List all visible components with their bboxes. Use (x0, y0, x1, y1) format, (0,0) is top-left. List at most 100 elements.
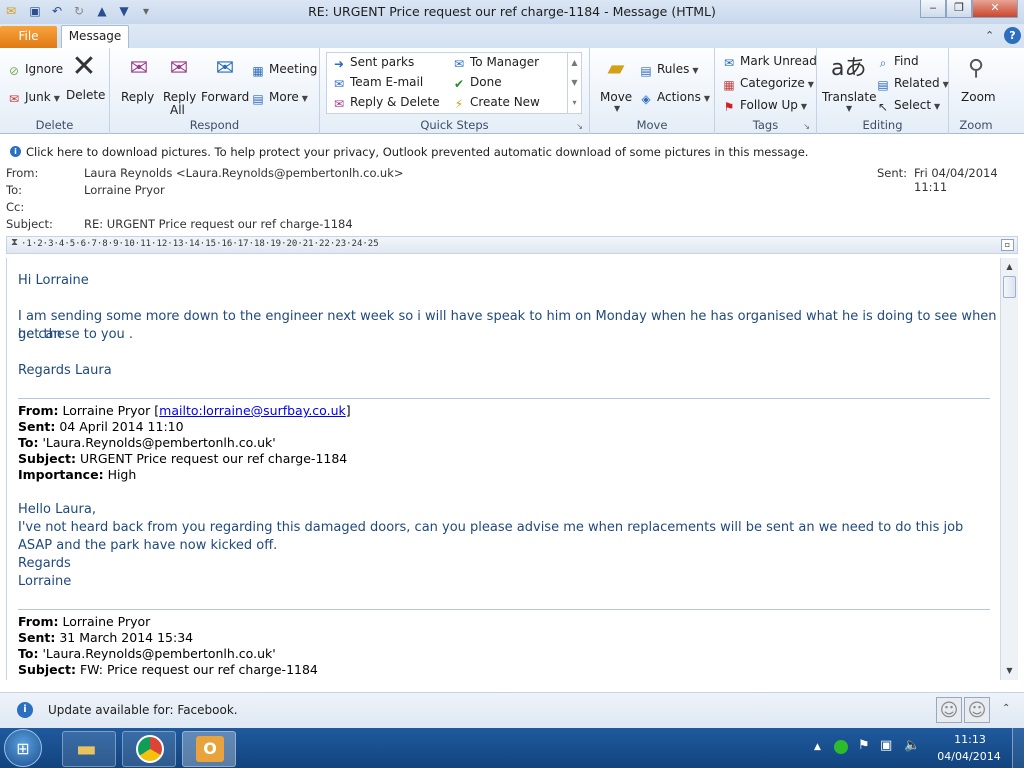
reply-icon: ✉ (129, 56, 149, 81)
move-button[interactable]: ▰ Move ▼ (598, 52, 634, 113)
message-body[interactable]: Hi Lorraine I am sending some more down … (6, 258, 1000, 680)
magnifier-icon: ⚲ (967, 56, 985, 81)
title-bar: ✉ ▣ ↶ ↻ ▲ ▼ ▾ RE: URGENT Price request o… (0, 0, 1024, 24)
quickstep-done[interactable]: ✔ Done (451, 75, 502, 91)
person-icon[interactable]: ☺ (964, 697, 990, 723)
ruler-ticks: ·1·2·3·4·5·6·7·8·9·10·11·12·13·14·15·16·… (21, 239, 379, 249)
scroll-thumb[interactable] (1003, 276, 1016, 298)
forward-button[interactable]: ✉ Forward (200, 52, 250, 108)
actions-icon: ◈ (641, 92, 651, 106)
maximize-button[interactable]: ❐ (946, 0, 972, 18)
meeting-icon: ▦ (252, 64, 264, 78)
start-button[interactable]: ⊞ (4, 729, 42, 767)
quote2-to: To: 'Laura.Reynolds@pembertonlh.co.uk' (18, 646, 276, 661)
junk-button[interactable]: ✉ Junk ▼ (6, 90, 60, 106)
follow-up-button[interactable]: ⚑ Follow Up ▼ (721, 98, 807, 114)
reply-all-button[interactable]: ✉ Reply All (160, 52, 200, 118)
forward-icon: ✉ (215, 56, 235, 81)
to-value[interactable]: Lorraine Pryor (84, 183, 165, 197)
rules-button[interactable]: ▤ Rules ▼ (638, 62, 698, 78)
chevron-down-icon: ▼ (934, 102, 941, 111)
quickstep-create-new[interactable]: ⚡ Create New (451, 95, 540, 111)
person-icon[interactable]: ☺ (936, 697, 962, 723)
quote-divider (18, 398, 990, 399)
taskbar-explorer[interactable]: ▬ (62, 731, 116, 767)
ruler[interactable]: ⧗ ·1·2·3·4·5·6·7·8·9·10·11·12·13·14·15·1… (6, 236, 1018, 254)
sent-label: Sent: (877, 166, 908, 180)
clock-date[interactable]: 04/04/2014 (934, 750, 1004, 763)
mailto-link[interactable]: mailto:lorraine@surfbay.co.uk (159, 403, 346, 418)
quickstep-to-manager[interactable]: ✉ To Manager (451, 55, 539, 71)
find-button[interactable]: ⌕ Find (875, 54, 919, 70)
chevron-down-icon: ▼ (800, 102, 808, 111)
actions-button[interactable]: ◈ Actions ▼ (638, 90, 710, 106)
quickstep-team-email[interactable]: ✉ Team E-mail (331, 75, 423, 91)
scroll-up-icon[interactable]: ▲ (1003, 260, 1016, 274)
cursor-icon: ↖ (877, 100, 889, 114)
lightning-icon: ⚡ (454, 97, 464, 111)
zoom-button[interactable]: ⚲ Zoom (957, 52, 996, 108)
ribbon: ⊘ Ignore ✉ Junk ▼ ✕ Delete Delete ✉ Reply ✉… (0, 48, 1024, 134)
translate-icon: aあ (831, 56, 867, 81)
quickstep-sent-parks[interactable]: ➜ Sent parks (331, 55, 414, 71)
quote1-from: From: Lorraine Pryor [mailto:lorraine@su… (18, 403, 351, 418)
more-respond-button[interactable]: ▤ More ▼ (250, 90, 308, 106)
mark-unread-button[interactable]: ✉ Mark Unread (721, 54, 817, 70)
indent-marker-icon[interactable]: ⧗ (11, 237, 18, 248)
tab-file[interactable]: File (0, 26, 57, 48)
select-button[interactable]: ↖ Select ▼ (875, 98, 940, 114)
chevron-down-icon: ▼ (846, 104, 853, 113)
people-pane-bar: i Update available for: Facebook. ☺ ☺ ⌃ (0, 692, 1024, 728)
taskbar-chrome[interactable] (122, 731, 176, 767)
chrome-icon (136, 735, 164, 763)
quote1-sent: Sent: 04 April 2014 11:10 (18, 419, 184, 434)
body-signoff: Regards Laura (18, 363, 112, 378)
body-greeting: Hi Lorraine (18, 273, 89, 288)
envelope-icon: ✉ (723, 56, 735, 70)
quickstep-reply-delete[interactable]: ✉ Reply & Delete (331, 95, 440, 111)
volume-icon[interactable]: 🔈 (904, 738, 920, 753)
update-available-text[interactable]: Update available for: Facebook. (48, 703, 238, 717)
scroll-down-icon[interactable]: ▼ (1003, 664, 1016, 678)
ignore-button[interactable]: ⊘ Ignore (6, 62, 63, 78)
info-icon: i (10, 146, 21, 157)
reply-delete-icon: ✉ (333, 97, 345, 111)
minimize-ribbon-icon[interactable]: ⌃ (985, 29, 994, 42)
quick-steps-scroll[interactable]: ▲ ▼ ▾ (567, 53, 581, 113)
action-center-flag-icon[interactable]: ⚑ (858, 738, 870, 753)
reply-button[interactable]: ✉ Reply (118, 52, 158, 108)
quote1-line1: I've not heard back from you regarding t… (18, 520, 964, 535)
chevron-down-icon: ▼ (942, 80, 949, 89)
view-ruler-icon[interactable]: ▫ (1001, 239, 1014, 251)
delete-button[interactable]: ✕ Delete (66, 50, 105, 106)
group-label-quick-steps: Quick Steps (420, 118, 489, 132)
translate-button[interactable]: aあ Translate ▼ (821, 52, 877, 113)
taskbar-outlook[interactable]: O (182, 731, 236, 767)
group-label-move: Move (636, 118, 668, 132)
close-button[interactable]: ✕ (972, 0, 1018, 18)
show-desktop-button[interactable] (1012, 728, 1024, 768)
expand-people-pane-icon[interactable]: ⌃ (1002, 703, 1010, 714)
network-icon[interactable]: ▣ (880, 738, 892, 753)
show-hidden-icons[interactable]: ▲ (814, 742, 821, 752)
related-button[interactable]: ▤ Related ▼ (875, 76, 949, 92)
body-para1-line1: I am sending some more down to the engin… (18, 309, 997, 342)
folder-icon: ▬ (76, 737, 97, 762)
ribbon-tabs: File Message ⌃ ? (0, 24, 1024, 48)
tab-message[interactable]: Message (61, 25, 129, 48)
windows-taskbar: ⊞ ▬ O ▲ ⚑ ▣ 🔈 11:13 04/04/2014 (0, 728, 1024, 768)
help-icon[interactable]: ? (1004, 27, 1021, 44)
clock-time[interactable]: 11:13 (940, 733, 1000, 746)
vertical-scrollbar[interactable]: ▲ ▼ (1000, 258, 1018, 680)
minimize-button[interactable]: ‒ (920, 0, 946, 18)
privacy-infobar[interactable]: i Click here to download pictures. To he… (0, 143, 1024, 161)
category-icon: ▦ (723, 78, 735, 92)
categorize-button[interactable]: ▦ Categorize ▼ (721, 76, 814, 92)
related-icon: ▤ (877, 78, 889, 92)
editing-group: aあ Translate ▼ ⌕ Find ▤ Related ▼ ↖ Select ▼ … (817, 48, 949, 134)
status-green-icon[interactable] (834, 740, 848, 754)
meeting-button[interactable]: ▦ Meeting (250, 62, 317, 78)
from-value[interactable]: Laura Reynolds <Laura.Reynolds@pemberton… (84, 166, 404, 180)
to-label: To: (6, 183, 22, 197)
quote2-sent: Sent: 31 March 2014 15:34 (18, 630, 194, 645)
